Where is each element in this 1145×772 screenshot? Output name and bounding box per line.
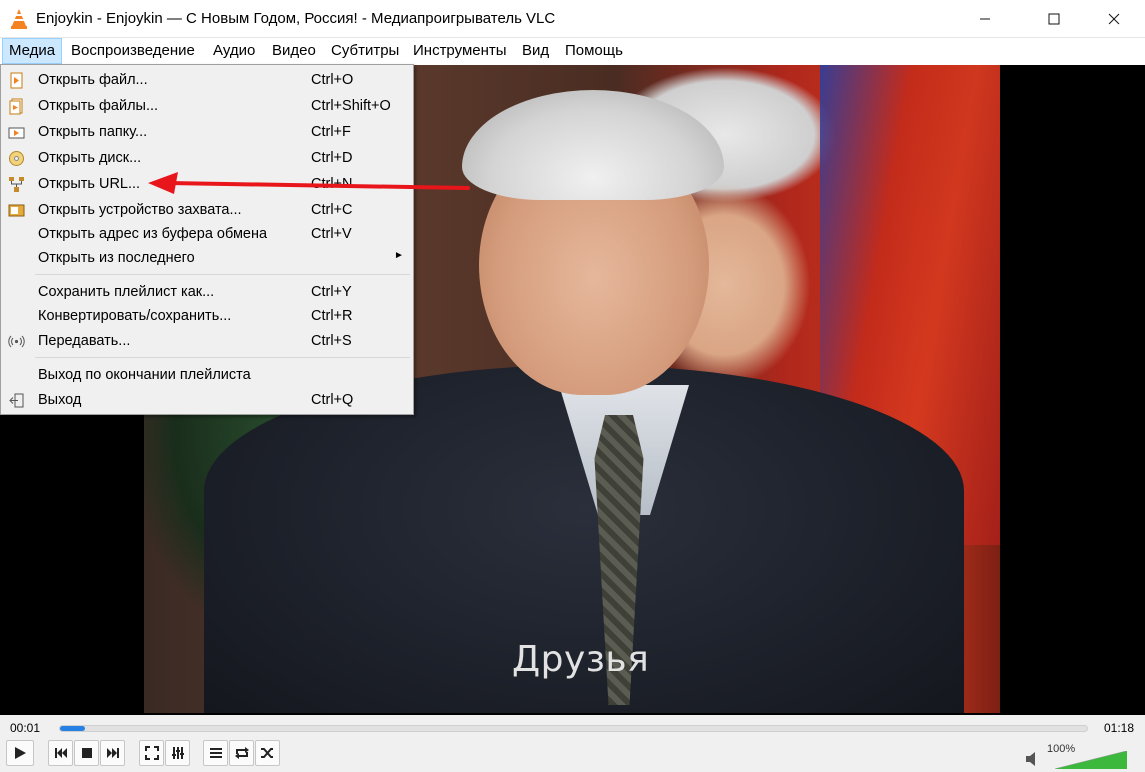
- stop-icon: [81, 748, 92, 758]
- menu-media[interactable]: Медиа: [2, 38, 62, 64]
- menu-item-shortcut: Ctrl+R: [311, 308, 353, 324]
- menu-item-label: Открыть адрес из буфера обмена: [38, 226, 268, 242]
- menu-item-shortcut: Ctrl+C: [311, 202, 353, 218]
- menu-open-recent[interactable]: Открыть из последнего ►: [1, 247, 413, 271]
- menu-item-label: Выход по окончании плейлиста: [38, 367, 251, 383]
- close-icon: [1108, 13, 1120, 25]
- next-button[interactable]: [100, 740, 125, 766]
- menu-stream[interactable]: Передавать... Ctrl+S: [1, 330, 413, 354]
- playlist-icon: [209, 748, 222, 758]
- previous-icon: [54, 748, 67, 758]
- stream-icon: [8, 335, 25, 348]
- time-total: 01:18: [1104, 721, 1135, 735]
- minimize-button[interactable]: [962, 0, 1008, 38]
- menu-item-shortcut: Ctrl+O: [311, 72, 354, 88]
- play-icon: [15, 747, 26, 759]
- folder-icon: [8, 127, 25, 139]
- menu-item-label: Сохранить плейлист как...: [38, 284, 215, 300]
- vlc-cone-icon: [11, 9, 27, 29]
- play-button[interactable]: [6, 740, 34, 766]
- exit-icon: [9, 393, 24, 408]
- menu-item-shortcut: Ctrl+D: [311, 150, 353, 166]
- fullscreen-button[interactable]: [139, 740, 164, 766]
- close-button[interactable]: [1091, 0, 1137, 38]
- menu-bar: Медиа Воспроизведение Аудио Видео Субтит…: [0, 38, 1145, 65]
- menu-tools[interactable]: Инструменты: [407, 38, 513, 64]
- menu-playback[interactable]: Воспроизведение: [65, 38, 201, 64]
- menu-item-shortcut: Ctrl+Shift+O: [311, 98, 391, 114]
- menu-open-files[interactable]: Открыть файлы... Ctrl+Shift+O: [1, 95, 413, 119]
- network-icon: [9, 177, 24, 192]
- menu-item-label: Открыть устройство захвата...: [38, 202, 242, 218]
- menu-open-clipboard[interactable]: Открыть адрес из буфера обмена Ctrl+V: [1, 223, 413, 247]
- menu-save-playlist[interactable]: Сохранить плейлист как... Ctrl+Y: [1, 281, 413, 305]
- menu-audio[interactable]: Аудио: [207, 38, 261, 64]
- minimize-icon: [980, 18, 990, 20]
- menu-item-label: Открыть файлы...: [38, 98, 159, 114]
- menu-open-url[interactable]: Открыть URL... Ctrl+N: [1, 173, 413, 197]
- menu-item-label: Выход: [38, 392, 82, 408]
- loop-icon: [234, 747, 249, 759]
- time-elapsed: 00:01: [10, 721, 41, 735]
- menu-item-shortcut: Ctrl+V: [311, 226, 352, 242]
- menu-convert-save[interactable]: Конвертировать/сохранить... Ctrl+R: [1, 305, 413, 329]
- menu-quit[interactable]: Выход Ctrl+Q: [1, 389, 413, 413]
- menu-item-label: Открыть файл...: [38, 72, 148, 88]
- maximize-icon: [1048, 13, 1060, 25]
- seek-bar[interactable]: [59, 725, 1088, 732]
- loop-button[interactable]: [229, 740, 254, 766]
- menu-view[interactable]: Вид: [516, 38, 555, 64]
- title-bar: Enjoykin - Enjoykin — С Новым Годом, Рос…: [0, 0, 1145, 38]
- submenu-arrow-icon: ►: [394, 250, 404, 261]
- menu-open-capture-device[interactable]: Открыть устройство захвата... Ctrl+C: [1, 199, 413, 223]
- menu-item-label: Конвертировать/сохранить...: [38, 308, 232, 324]
- menu-subtitles[interactable]: Субтитры: [325, 38, 405, 64]
- menu-open-folder[interactable]: Открыть папку... Ctrl+F: [1, 121, 413, 145]
- menu-separator: [35, 357, 410, 358]
- playlist-button[interactable]: [203, 740, 228, 766]
- files-play-icon: [9, 98, 23, 115]
- menu-item-label: Открыть из последнего: [38, 250, 195, 266]
- menu-quit-at-end[interactable]: Выход по окончании плейлиста: [1, 364, 413, 388]
- menu-help[interactable]: Помощь: [559, 38, 629, 64]
- equalizer-icon: [171, 747, 184, 759]
- media-menu-dropdown: Открыть файл... Ctrl+O Открыть файлы... …: [0, 64, 414, 415]
- maximize-button[interactable]: [1031, 0, 1077, 38]
- shuffle-button[interactable]: [255, 740, 280, 766]
- file-play-icon: [10, 72, 23, 89]
- menu-item-label: Открыть диск...: [38, 150, 142, 166]
- menu-video[interactable]: Видео: [266, 38, 322, 64]
- menu-item-shortcut: Ctrl+Q: [311, 392, 354, 408]
- menu-open-file[interactable]: Открыть файл... Ctrl+O: [1, 69, 413, 93]
- menu-item-shortcut: Ctrl+N: [311, 176, 353, 192]
- capture-device-icon: [8, 204, 25, 217]
- menu-item-label: Открыть URL...: [38, 176, 141, 192]
- menu-item-shortcut: Ctrl+S: [311, 333, 352, 349]
- video-hair: [462, 90, 724, 200]
- menu-item-label: Передавать...: [38, 333, 131, 349]
- video-subtitle: Друзья: [512, 639, 650, 680]
- shuffle-icon: [260, 748, 273, 758]
- stop-button[interactable]: [74, 740, 99, 766]
- next-icon: [106, 748, 119, 758]
- extended-settings-button[interactable]: [165, 740, 190, 766]
- menu-separator: [35, 274, 410, 275]
- seek-bar-fill: [60, 726, 85, 731]
- disc-icon: [9, 151, 24, 166]
- volume-slider-fill: [1055, 751, 1127, 769]
- playback-controls: 00:01 01:18 100%: [0, 715, 1145, 772]
- window-title: Enjoykin - Enjoykin — С Новым Годом, Рос…: [36, 10, 556, 27]
- menu-open-disc[interactable]: Открыть диск... Ctrl+D: [1, 147, 413, 171]
- menu-item-label: Открыть папку...: [38, 124, 148, 140]
- previous-button[interactable]: [48, 740, 73, 766]
- fullscreen-icon: [144, 746, 159, 760]
- speaker-icon[interactable]: [1025, 751, 1043, 767]
- volume-slider[interactable]: [1055, 751, 1127, 769]
- menu-item-shortcut: Ctrl+F: [311, 124, 351, 140]
- menu-item-shortcut: Ctrl+Y: [311, 284, 352, 300]
